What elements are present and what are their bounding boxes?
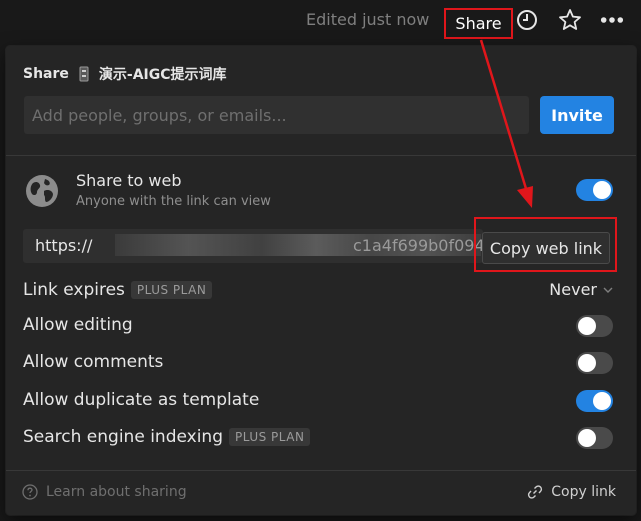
- page-title: 演示-AIGC提示词库: [98, 67, 227, 83]
- copy-link-label: Copy link: [551, 484, 616, 500]
- clock-icon[interactable]: [515, 8, 539, 32]
- edited-status: Edited just now: [306, 10, 430, 29]
- chevron-down-icon: [603, 287, 613, 293]
- search-indexing-row: Search engine indexing PLUS PLAN: [23, 424, 613, 452]
- option-label: Link expires: [23, 280, 125, 300]
- more-icon[interactable]: [600, 8, 624, 32]
- allow-editing-toggle[interactable]: [576, 315, 613, 337]
- share-button-label: Share: [455, 14, 502, 33]
- toggle-knob: [593, 392, 611, 410]
- option-label: Search engine indexing: [23, 427, 223, 447]
- allow-editing-label: Allow editing: [23, 315, 133, 335]
- plus-plan-badge: PLUS PLAN: [130, 281, 213, 299]
- share-panel: Share 演示-AIGC提示词库 Invite Share to web An…: [6, 46, 636, 515]
- allow-duplicate-row: Allow duplicate as template: [23, 387, 613, 415]
- link-expires-select[interactable]: Never: [549, 280, 613, 299]
- invite-row: Invite: [24, 96, 624, 134]
- allow-duplicate-label: Allow duplicate as template: [23, 390, 260, 410]
- copy-link-button[interactable]: Copy link: [527, 484, 616, 500]
- link-expires-row: Link expires PLUS PLAN Never: [23, 277, 613, 305]
- toggle-knob: [593, 181, 611, 199]
- footer-divider: [6, 470, 636, 471]
- toggle-knob: [578, 429, 596, 447]
- share-button[interactable]: Share: [444, 8, 513, 39]
- plus-plan-badge: PLUS PLAN: [229, 428, 311, 446]
- page-icon: [77, 66, 91, 82]
- share-to-web-title: Share to web: [76, 171, 182, 190]
- globe-icon: [26, 175, 58, 207]
- share-to-web-row: Share to web Anyone with the link can vi…: [23, 170, 623, 212]
- star-icon[interactable]: [558, 8, 582, 32]
- copy-web-link-button[interactable]: Copy web link: [482, 232, 610, 264]
- web-link-prefix: https://: [35, 236, 93, 255]
- divider: [6, 155, 636, 156]
- panel-footer: Learn about sharing Copy link: [6, 474, 636, 514]
- web-link-field[interactable]: https:// c1a4f699b0f0947: [23, 229, 483, 263]
- panel-title: Share 演示-AIGC提示词库: [23, 64, 227, 84]
- help-icon: [22, 484, 38, 500]
- toggle-knob: [578, 354, 596, 372]
- link-expires-label: Link expires PLUS PLAN: [23, 280, 213, 300]
- allow-comments-label: Allow comments: [23, 352, 164, 372]
- link-expires-value: Never: [549, 280, 597, 299]
- share-to-web-toggle[interactable]: [576, 179, 613, 201]
- invite-button[interactable]: Invite: [540, 96, 614, 134]
- allow-editing-row: Allow editing: [23, 312, 613, 340]
- learn-about-sharing-label: Learn about sharing: [46, 484, 187, 500]
- search-indexing-toggle[interactable]: [576, 427, 613, 449]
- allow-comments-toggle[interactable]: [576, 352, 613, 374]
- link-icon: [528, 485, 543, 499]
- search-indexing-label: Search engine indexing PLUS PLAN: [23, 427, 311, 447]
- allow-comments-row: Allow comments: [23, 349, 613, 377]
- toggle-knob: [578, 317, 596, 335]
- share-to-web-subtitle: Anyone with the link can view: [76, 194, 271, 209]
- web-link-suffix: c1a4f699b0f0947: [353, 236, 483, 255]
- top-bar: Edited just now Share: [0, 0, 641, 44]
- invite-input[interactable]: [24, 96, 529, 134]
- panel-title-prefix: Share: [23, 66, 69, 82]
- learn-about-sharing-link[interactable]: Learn about sharing: [22, 484, 187, 500]
- allow-duplicate-toggle[interactable]: [576, 390, 613, 412]
